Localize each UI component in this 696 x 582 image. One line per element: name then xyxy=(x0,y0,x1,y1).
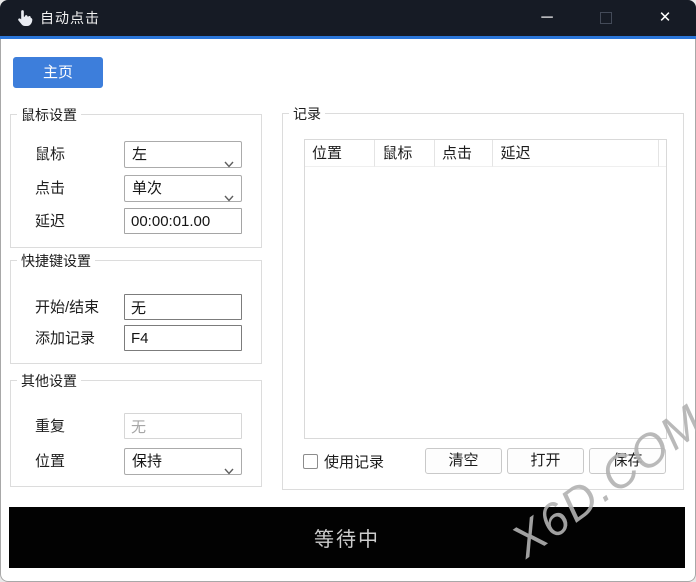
delay-label: 延迟 xyxy=(35,208,65,235)
start-stop-hotkey-input[interactable] xyxy=(124,294,242,320)
start-stop-label: 开始/结束 xyxy=(35,294,99,321)
chevron-down-icon xyxy=(224,185,234,192)
maximize-icon xyxy=(600,12,612,24)
titlebar-accent-line xyxy=(0,36,696,39)
position-select[interactable]: 保持 xyxy=(124,448,242,475)
click-type-select[interactable]: 单次 xyxy=(124,175,242,202)
chevron-down-icon xyxy=(224,151,234,158)
mouse-button-value: 左 xyxy=(132,146,147,163)
hotkey-settings-group: 快捷键设置 开始/结束 添加记录 xyxy=(10,260,262,364)
clear-button[interactable]: 清空 xyxy=(425,448,502,474)
column-header-position[interactable]: 位置 xyxy=(305,140,375,167)
column-header-click[interactable]: 点击 xyxy=(435,140,494,167)
position-value: 保持 xyxy=(132,453,162,470)
column-header-delay[interactable]: 延迟 xyxy=(493,140,659,167)
records-title: 记录 xyxy=(289,104,325,124)
save-button[interactable]: 保存 xyxy=(589,448,666,474)
hand-click-icon xyxy=(14,8,34,28)
mouse-settings-group: 鼠标设置 鼠标 左 点击 单次 延迟 xyxy=(10,114,262,248)
column-header-filler xyxy=(659,140,666,167)
other-settings-title: 其他设置 xyxy=(17,371,81,391)
records-listview[interactable]: 位置 鼠标 点击 延迟 xyxy=(304,139,667,439)
add-record-label: 添加记录 xyxy=(35,325,95,352)
window-title: 自动点击 xyxy=(40,0,100,36)
mouse-settings-title: 鼠标设置 xyxy=(17,105,81,125)
other-settings-group: 其他设置 重复 位置 保持 xyxy=(10,380,262,487)
click-type-value: 单次 xyxy=(132,180,162,197)
home-tab-button[interactable]: 主页 xyxy=(13,57,103,88)
close-button[interactable]: ✕ xyxy=(650,0,680,36)
titlebar[interactable]: 自动点击 ─ ✕ xyxy=(0,0,696,36)
mouse-button-select[interactable]: 左 xyxy=(124,141,242,168)
status-text: 等待中 xyxy=(314,523,380,552)
click-type-label: 点击 xyxy=(35,175,65,202)
use-records-checkbox[interactable] xyxy=(303,454,318,469)
chevron-down-icon xyxy=(224,458,234,465)
delay-input[interactable] xyxy=(124,208,242,234)
maximize-button[interactable] xyxy=(591,0,621,36)
minimize-button[interactable]: ─ xyxy=(532,0,562,36)
column-header-mouse[interactable]: 鼠标 xyxy=(375,140,435,167)
app-window: 自动点击 ─ ✕ 主页 鼠标设置 鼠标 左 点击 单次 延迟 快捷键设置 开始/… xyxy=(0,0,696,582)
position-label: 位置 xyxy=(35,448,65,475)
repeat-input xyxy=(124,413,242,439)
hotkey-settings-title: 快捷键设置 xyxy=(17,251,95,271)
mouse-button-label: 鼠标 xyxy=(35,141,65,168)
add-record-hotkey-input[interactable] xyxy=(124,325,242,351)
open-button[interactable]: 打开 xyxy=(507,448,584,474)
repeat-label: 重复 xyxy=(35,413,65,440)
use-records-label: 使用记录 xyxy=(324,451,384,472)
use-records-checkbox-row[interactable]: 使用记录 xyxy=(303,451,384,471)
status-bar: 等待中 xyxy=(9,507,685,568)
records-group: 记录 位置 鼠标 点击 延迟 使用记录 清空 打开 保存 xyxy=(282,113,684,490)
records-list-header: 位置 鼠标 点击 延迟 xyxy=(305,140,666,167)
